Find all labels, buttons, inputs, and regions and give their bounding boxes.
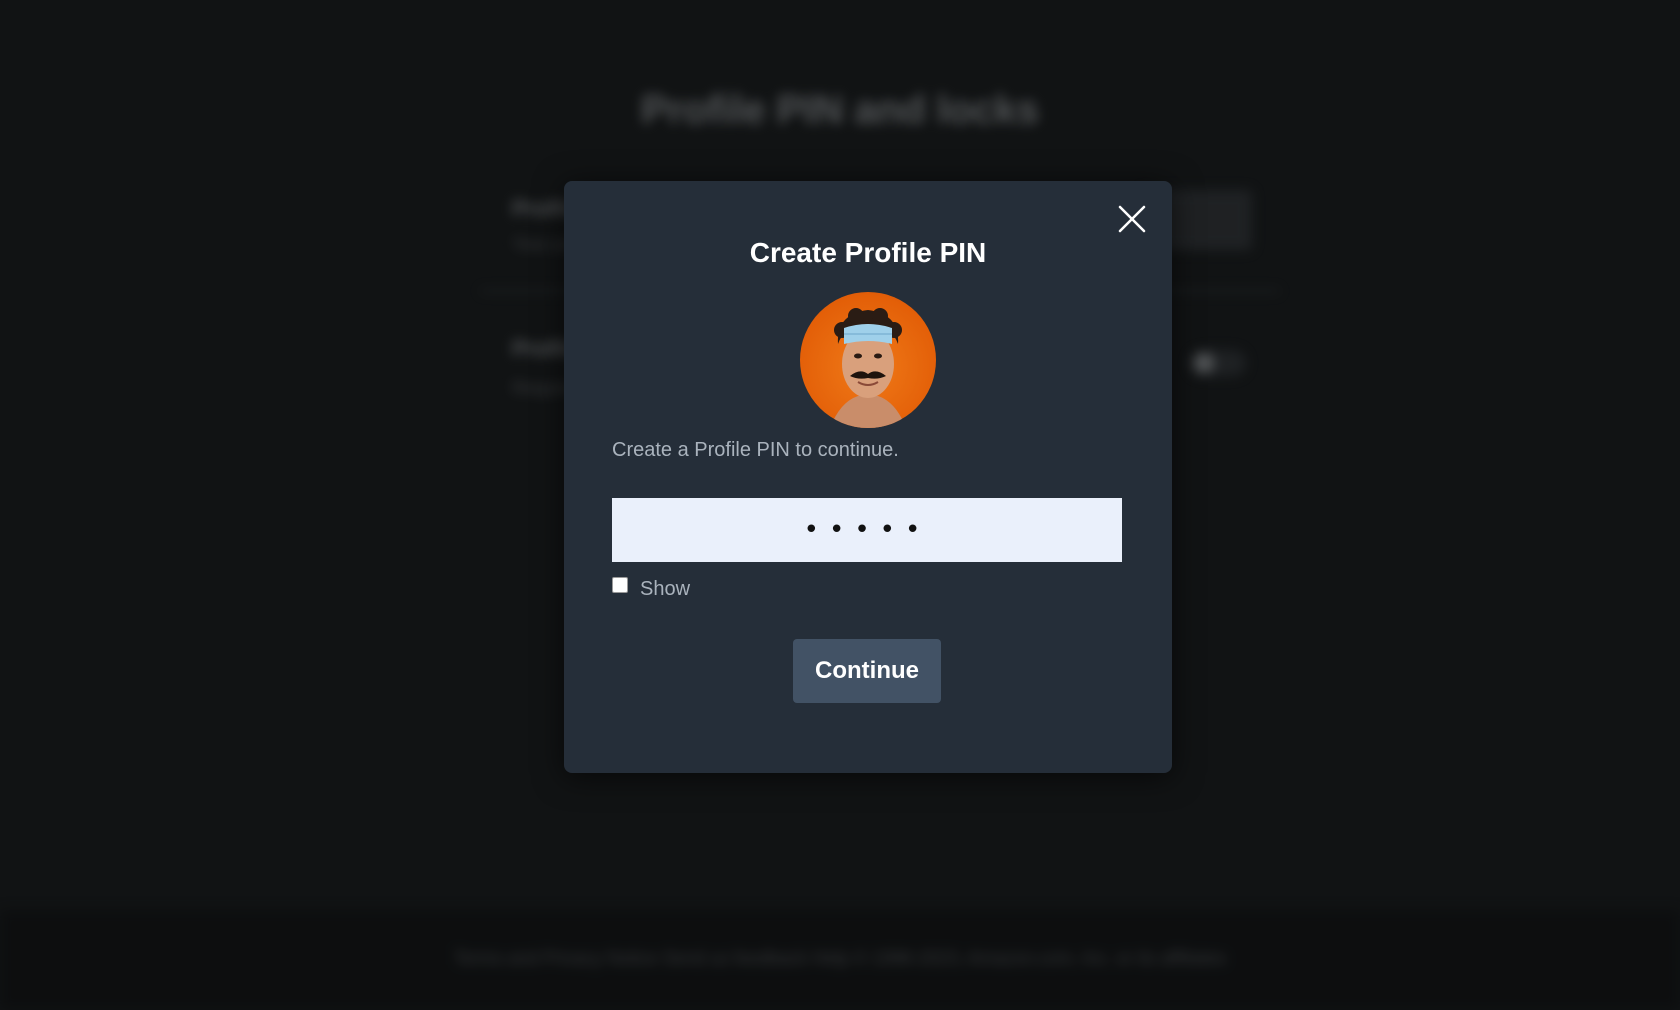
background-toggle (1190, 350, 1246, 376)
pin-input[interactable] (612, 498, 1122, 562)
show-pin-checkbox[interactable] (612, 577, 628, 593)
background-page-title: Profile PIN and locks (641, 88, 1039, 132)
modal-title: Create Profile PIN (749, 237, 987, 268)
continue-button[interactable]: Continue (793, 639, 941, 703)
close-button[interactable] (1112, 199, 1152, 239)
avatar-image-icon (830, 308, 906, 428)
pin-prompt-text: Create a Profile PIN to continue. (612, 439, 899, 461)
show-pin-label: Show (640, 577, 691, 600)
close-icon (1118, 205, 1146, 233)
show-pin-toggle[interactable]: Show (612, 573, 690, 600)
create-pin-modal: Create Profile PIN Create a Profile PIN (564, 181, 1172, 773)
profile-avatar (800, 292, 936, 428)
background-footer-links: Terms and Privacy Notice Send us feedbac… (453, 948, 1227, 968)
